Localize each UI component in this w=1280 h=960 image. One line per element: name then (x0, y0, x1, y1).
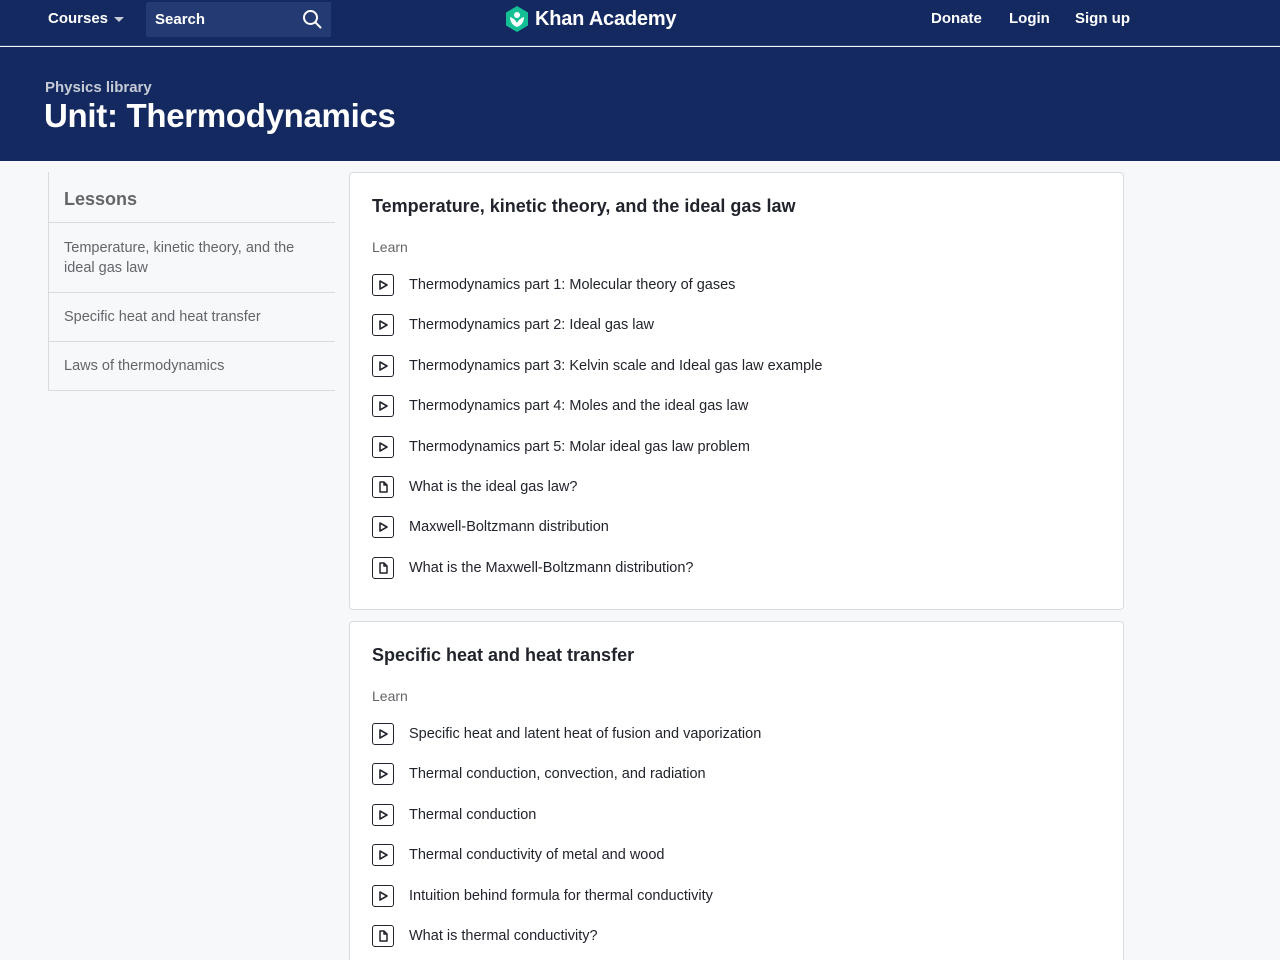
list-item[interactable]: What is the Maxwell-Boltzmann distributi… (372, 557, 693, 579)
signup-link[interactable]: Sign up (1075, 10, 1130, 27)
list-item-label: What is thermal conductivity? (409, 928, 598, 944)
logo-text: Khan Academy (535, 7, 677, 30)
list-item[interactable]: Specific heat and latent heat of fusion … (372, 723, 761, 745)
list-item[interactable]: What is the ideal gas law? (372, 476, 577, 498)
play-icon (372, 516, 394, 538)
lessons-sidebar: Lessons Temperature, kinetic theory, and… (48, 172, 335, 391)
list-item[interactable]: Thermodynamics part 4: Moles and the ide… (372, 395, 748, 417)
khan-academy-logo-icon (506, 6, 528, 32)
chevron-down-icon (114, 17, 125, 22)
list-item[interactable]: Maxwell-Boltzmann distribution (372, 516, 609, 538)
play-icon (372, 314, 394, 336)
play-icon (372, 723, 394, 745)
sidebar-item-specific-heat[interactable]: Specific heat and heat transfer (48, 293, 335, 342)
list-item-label: Maxwell-Boltzmann distribution (409, 519, 609, 535)
article-icon (372, 925, 394, 947)
courses-label: Courses (48, 10, 109, 27)
breadcrumb[interactable]: Physics library (45, 79, 152, 96)
list-item-label: What is the ideal gas law? (409, 479, 578, 495)
sidebar-heading: Lessons (48, 172, 335, 223)
section-label: Learn (372, 239, 408, 255)
list-item[interactable]: Thermal conduction (372, 804, 536, 826)
list-item-label: Thermodynamics part 2: Ideal gas law (409, 317, 654, 333)
play-icon (372, 885, 394, 907)
top-navbar: Courses Search Khan Academy Donate Login… (0, 0, 1280, 46)
list-item[interactable]: Intuition behind formula for thermal con… (372, 885, 713, 907)
sidebar-item-laws-of-thermodynamics[interactable]: Laws of thermodynamics (48, 342, 335, 391)
list-item-label: Thermal conduction (409, 807, 537, 823)
lesson-card: Specific heat and heat transfer Learn Sp… (349, 621, 1124, 960)
play-icon (372, 395, 394, 417)
list-item-label: Specific heat and latent heat of fusion … (409, 726, 762, 742)
list-item-label: What is the Maxwell-Boltzmann distributi… (409, 560, 694, 576)
search-placeholder: Search (155, 11, 206, 28)
play-icon (372, 274, 394, 296)
login-link[interactable]: Login (1009, 10, 1050, 27)
list-item[interactable]: Thermal conductivity of metal and wood (372, 844, 665, 866)
list-item[interactable]: What is thermal conductivity? (372, 925, 598, 947)
play-icon (372, 763, 394, 785)
list-item[interactable]: Thermodynamics part 1: Molecular theory … (372, 274, 735, 296)
section-label: Learn (372, 688, 408, 704)
list-item[interactable]: Thermodynamics part 5: Molar ideal gas l… (372, 436, 750, 458)
search-icon[interactable] (302, 9, 322, 29)
page-title: Unit: Thermodynamics (44, 97, 396, 134)
play-icon (372, 844, 394, 866)
play-icon (372, 804, 394, 826)
list-item[interactable]: Thermodynamics part 2: Ideal gas law (372, 314, 654, 336)
list-item[interactable]: Thermodynamics part 3: Kelvin scale and … (372, 355, 822, 377)
list-item[interactable]: Thermal conduction, convection, and radi… (372, 763, 706, 785)
list-item-label: Thermal conductivity of metal and wood (409, 847, 665, 863)
lesson-card: Temperature, kinetic theory, and the ide… (349, 172, 1124, 610)
khan-academy-logo[interactable]: Khan Academy (505, 6, 677, 32)
play-icon (372, 436, 394, 458)
donate-link[interactable]: Donate (931, 10, 982, 27)
play-icon (372, 355, 394, 377)
list-item-label: Thermodynamics part 5: Molar ideal gas l… (409, 439, 750, 455)
list-item-label: Thermodynamics part 1: Molecular theory … (409, 277, 736, 293)
sidebar-item-temperature-kinetic-theory[interactable]: Temperature, kinetic theory, and the ide… (48, 223, 335, 293)
list-item-label: Intuition behind formula for thermal con… (409, 888, 713, 904)
list-item-label: Thermodynamics part 3: Kelvin scale and … (409, 358, 823, 374)
article-icon (372, 476, 394, 498)
lesson-title[interactable]: Temperature, kinetic theory, and the ide… (372, 196, 795, 217)
search-input[interactable]: Search (146, 2, 331, 37)
unit-header: Physics library Unit: Thermodynamics (0, 47, 1280, 161)
courses-menu-button[interactable]: Courses (48, 10, 125, 27)
article-icon (372, 557, 394, 579)
list-item-label: Thermodynamics part 4: Moles and the ide… (409, 398, 749, 414)
lesson-title[interactable]: Specific heat and heat transfer (372, 645, 634, 666)
list-item-label: Thermal conduction, convection, and radi… (409, 766, 706, 782)
